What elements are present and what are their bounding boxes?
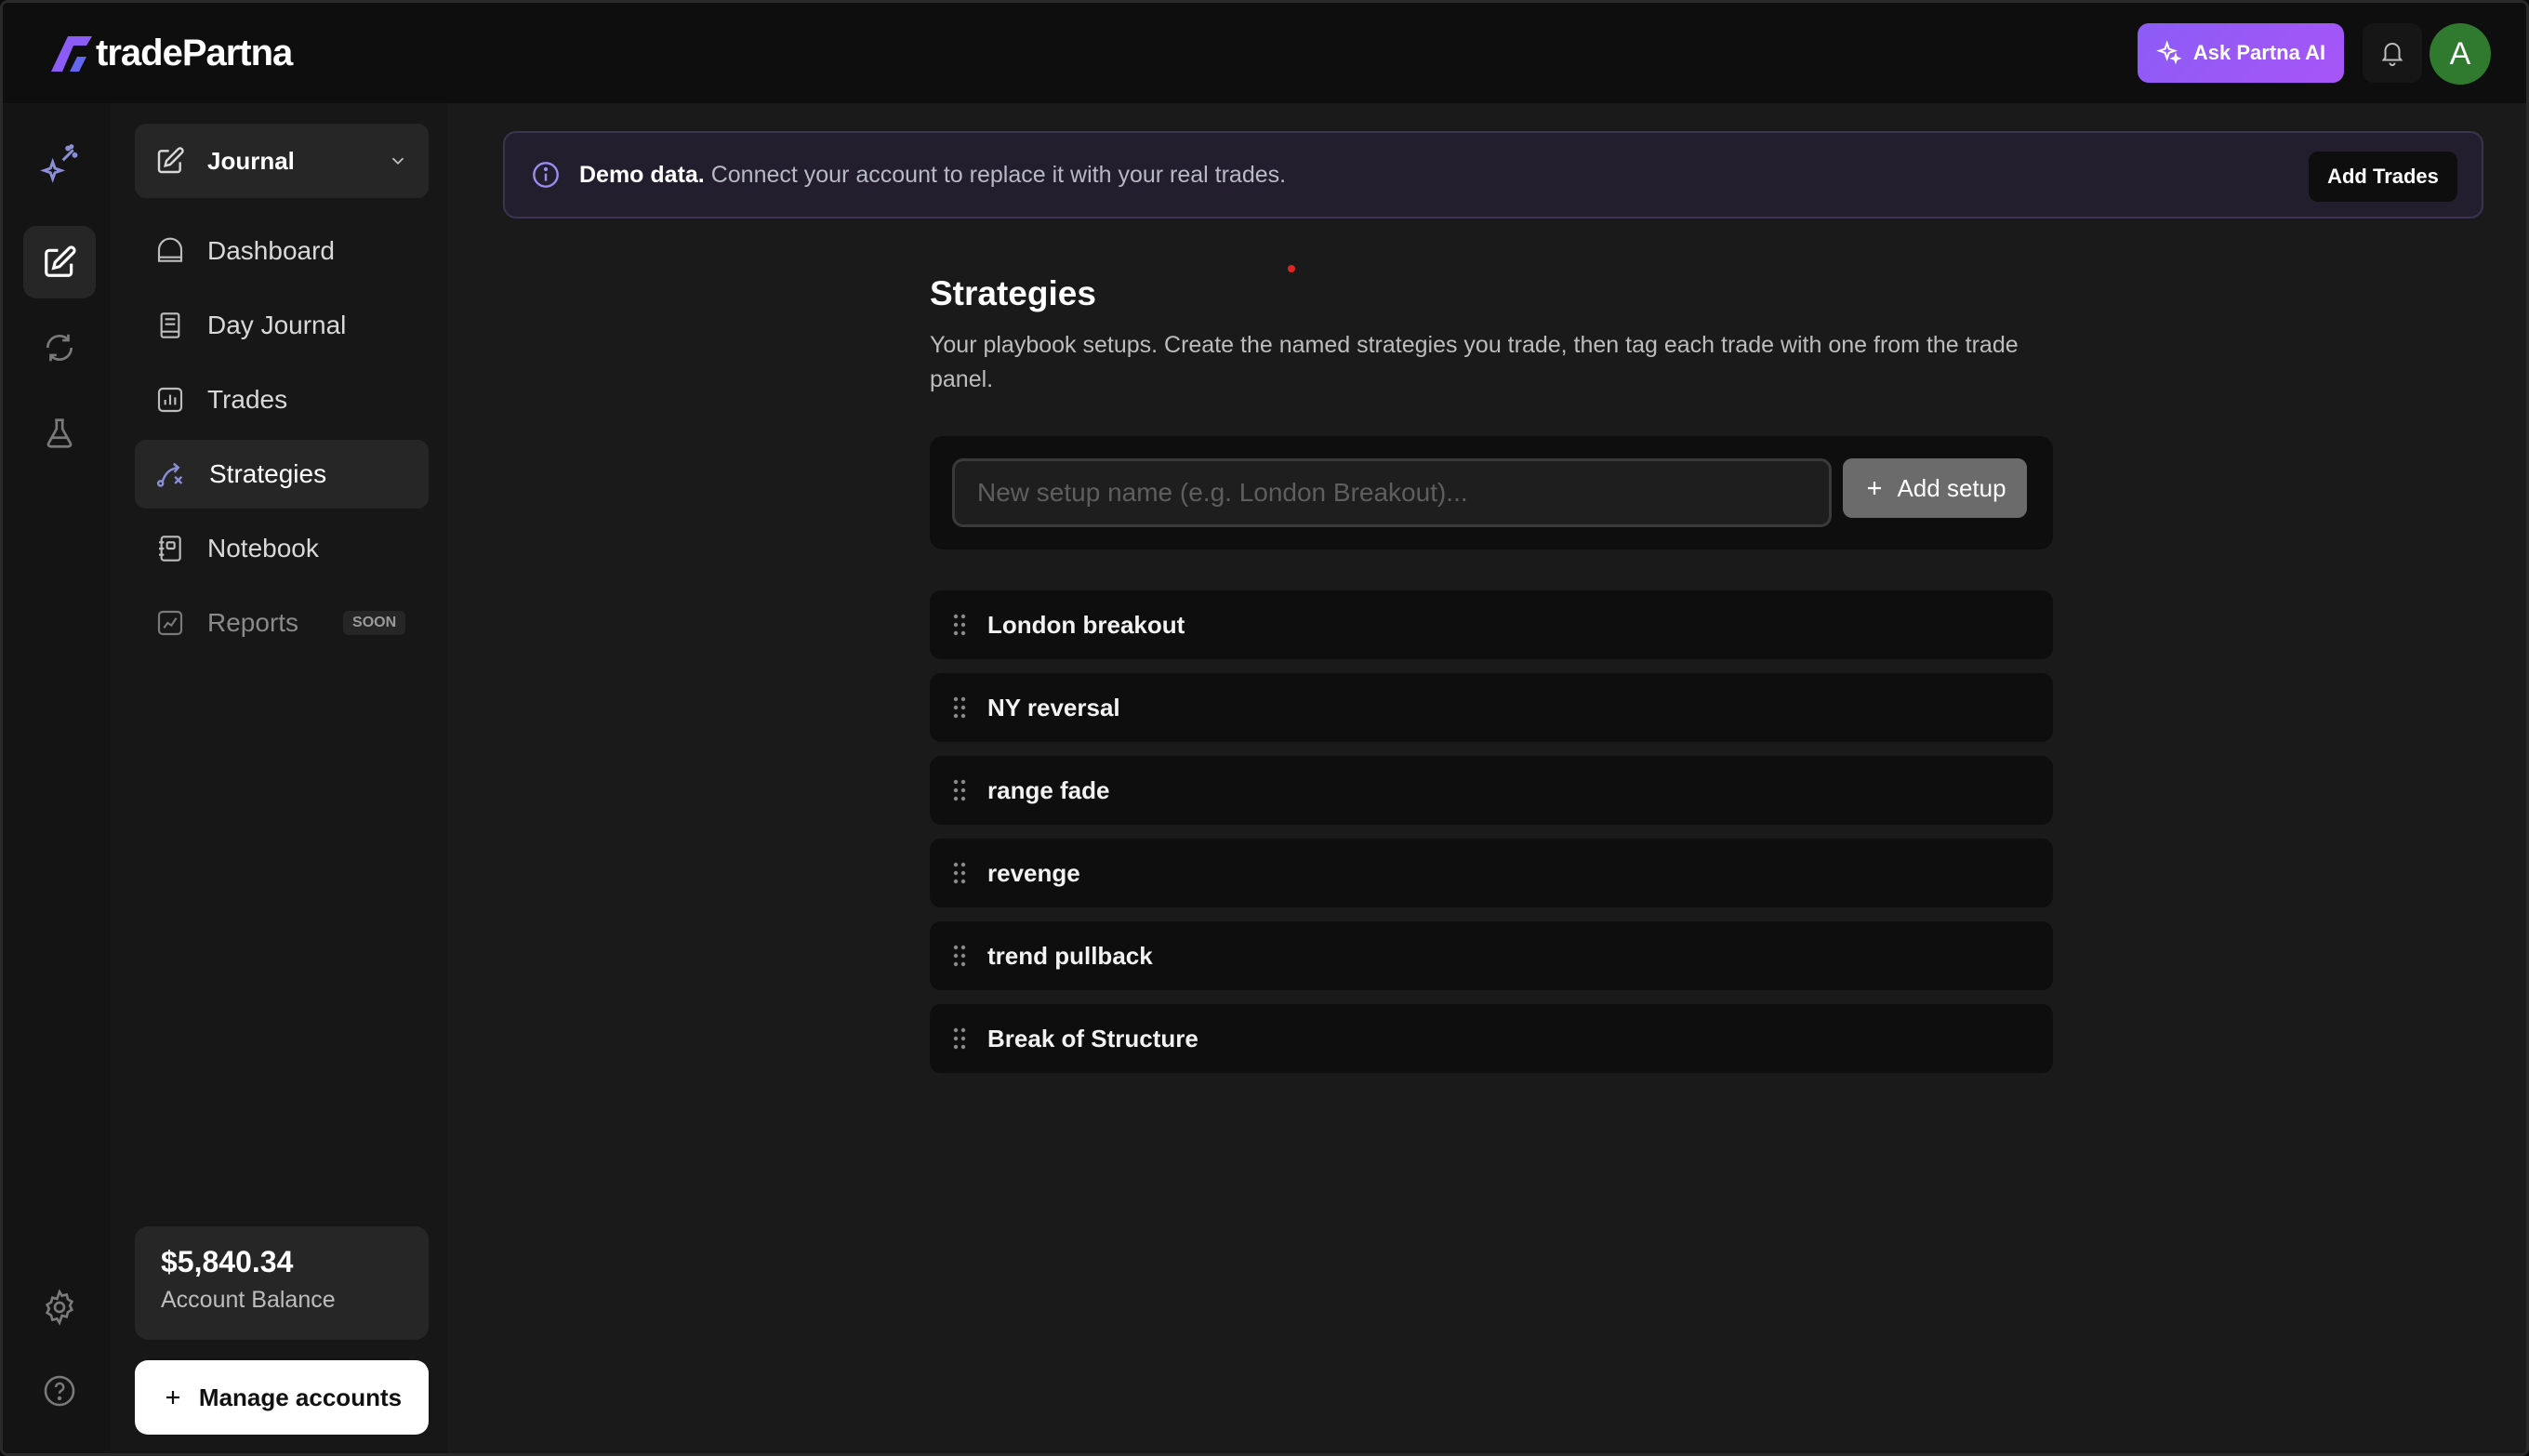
sidebar-item-label: Notebook	[207, 534, 319, 563]
drag-handle-icon[interactable]	[952, 613, 967, 637]
drag-handle-icon[interactable]	[952, 695, 967, 720]
add-setup-button[interactable]: Add setup	[1843, 458, 2027, 518]
logo[interactable]: tradePartna	[49, 31, 293, 75]
ask-ai-label: Ask Partna AI	[2192, 41, 2326, 64]
chevron-down-icon	[391, 157, 404, 165]
sidebar-item-label: Strategies	[209, 459, 327, 488]
sidebar-item-notebook[interactable]: Notebook	[135, 514, 429, 583]
list-item[interactable]: NY reversal	[930, 673, 2053, 742]
drag-handle-icon[interactable]	[952, 1026, 967, 1051]
bar-chart-icon	[157, 387, 183, 413]
sidebar-item-trades[interactable]: Trades	[135, 365, 429, 434]
add-setup-panel: Add setup	[930, 436, 2053, 549]
drag-handle-icon[interactable]	[952, 861, 967, 885]
rail-sync-button[interactable]	[23, 311, 96, 384]
sidebar-item-label: Dashboard	[207, 236, 335, 265]
setup-name-input[interactable]	[952, 458, 1832, 527]
strategy-name: NY reversal	[987, 693, 1120, 721]
page-description: Your playbook setups. Create the named s…	[930, 332, 2019, 392]
logo-mark-icon	[51, 36, 92, 72]
plus-icon	[1868, 482, 1882, 495]
bell-icon	[2381, 43, 2403, 67]
ask-ai-button[interactable]: Ask Partna AI	[2138, 23, 2344, 83]
rail-journal-button[interactable]	[23, 226, 96, 298]
sidebar-item-label: Reports	[207, 608, 299, 637]
avatar[interactable]: A	[2430, 23, 2491, 85]
journal-selector-label: Journal	[207, 146, 295, 175]
sidebar-item-day-journal[interactable]: Day Journal	[135, 291, 429, 360]
sparkles-icon	[2156, 40, 2182, 65]
book-icon	[160, 312, 180, 338]
banner-bold: Demo data.	[579, 161, 705, 188]
icon-rail	[3, 103, 111, 1453]
info-icon	[533, 162, 559, 188]
banner-message: Demo data. Connect your account to repla…	[579, 162, 1286, 189]
strategy-name: trend pullback	[987, 941, 1153, 970]
sparkles-wand-icon	[40, 144, 78, 183]
balance-label: Account Balance	[161, 1287, 336, 1313]
soon-badge: SOON	[343, 611, 406, 635]
sidebar-item-dashboard[interactable]: Dashboard	[135, 217, 429, 285]
list-item[interactable]: range fade	[930, 756, 2053, 825]
drag-handle-icon[interactable]	[952, 944, 967, 968]
list-item[interactable]: Break of Structure	[930, 1004, 2053, 1073]
account-balance-card: $5,840.34 Account Balance	[135, 1226, 429, 1340]
balance-amount: $5,840.34	[161, 1245, 294, 1278]
sidebar: Journal Dashboard Day Journal Trades Str…	[111, 103, 447, 1453]
list-item[interactable]: trend pullback	[930, 921, 2053, 990]
notebook-icon	[159, 536, 181, 562]
strategy-name: revenge	[987, 858, 1080, 887]
notifications-button[interactable]	[2363, 23, 2422, 83]
rail-settings-button[interactable]	[23, 1271, 96, 1343]
edit-icon	[45, 245, 76, 277]
drag-handle-icon[interactable]	[952, 778, 967, 802]
rail-lab-button[interactable]	[23, 397, 96, 470]
strategy-icon	[156, 462, 183, 487]
cursor-dot	[1288, 265, 1295, 272]
strategy-name: London breakout	[987, 610, 1185, 639]
add-setup-label: Add setup	[1897, 473, 2006, 502]
strategy-name: Break of Structure	[987, 1024, 1198, 1052]
sidebar-item-reports[interactable]: Reports SOON	[135, 589, 429, 657]
rail-help-button[interactable]	[23, 1355, 96, 1427]
brand-name: tradePartna	[96, 32, 293, 73]
top-bar: tradePartna Ask Partna AI A	[3, 3, 2526, 103]
strategies-section: Strategies Your playbook setups. Create …	[930, 274, 2053, 1073]
add-trades-button[interactable]: Add Trades	[2309, 152, 2457, 202]
edit-icon	[157, 147, 184, 174]
banner-text: Connect your account to replace it with …	[710, 161, 1287, 188]
strategy-list: London breakout NY reversal range fade r…	[930, 590, 2053, 1087]
gear-icon	[45, 1289, 74, 1326]
page-title: Strategies	[930, 274, 1096, 312]
list-item[interactable]: revenge	[930, 839, 2053, 907]
app-window: tradePartna Ask Partna AI A Journal Dash…	[0, 0, 2529, 1456]
home-icon	[157, 237, 183, 262]
demo-data-banner: Demo data. Connect your account to repla…	[503, 131, 2483, 218]
plus-icon	[166, 1391, 179, 1404]
manage-accounts-label: Manage accounts	[198, 1383, 403, 1411]
strategy-name: range fade	[987, 775, 1110, 804]
sidebar-item-strategies[interactable]: Strategies	[135, 440, 429, 509]
sidebar-item-label: Day Journal	[207, 311, 347, 339]
help-icon	[44, 1375, 75, 1407]
flask-icon	[46, 418, 73, 448]
report-icon	[157, 610, 183, 636]
main-content: Demo data. Connect your account to repla…	[447, 103, 2526, 1453]
manage-accounts-button[interactable]: Manage accounts	[135, 1360, 429, 1435]
list-item[interactable]: London breakout	[930, 590, 2053, 659]
refresh-icon	[46, 334, 73, 362]
journal-selector[interactable]: Journal	[135, 124, 429, 198]
sidebar-item-label: Trades	[207, 385, 288, 414]
rail-ai-button[interactable]	[23, 127, 96, 200]
